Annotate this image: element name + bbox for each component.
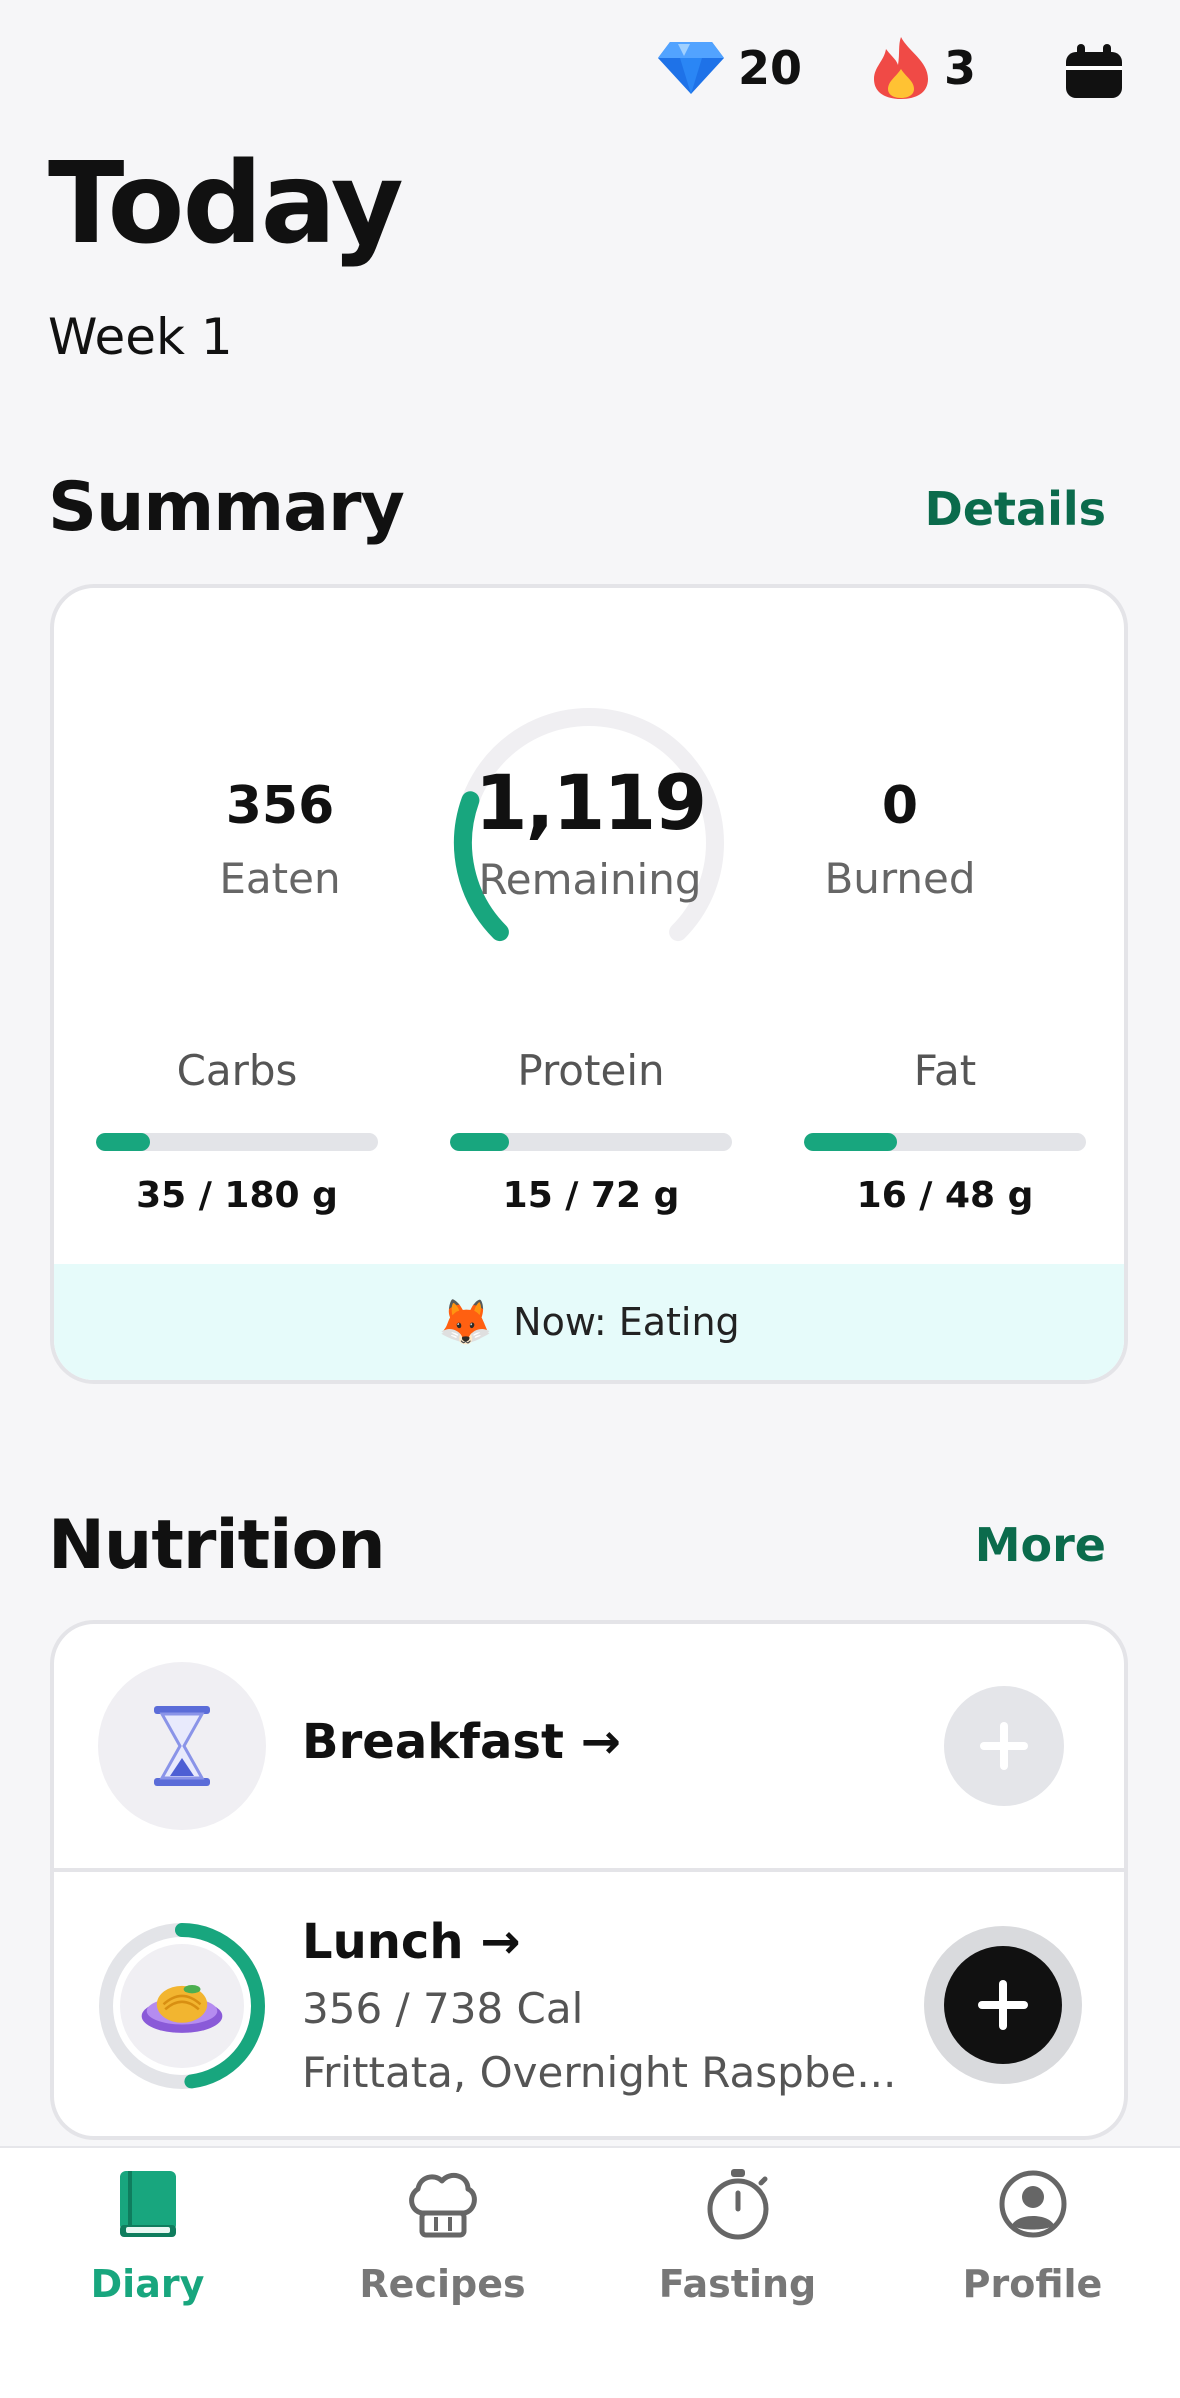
macro-value: 35 / 180 g [136, 1175, 338, 1216]
nav-diary[interactable]: Diary [0, 2148, 295, 2398]
remaining-label: Remaining [478, 855, 702, 904]
bottom-nav: Diary Recipes Fasting Profile [0, 2146, 1180, 2398]
nav-label: Profile [962, 2262, 1103, 2306]
macro-bar-fill [450, 1133, 510, 1151]
meal-name: Breakfast → [302, 1714, 621, 1770]
burned-value: 0 [881, 776, 919, 836]
calendar-button[interactable] [1064, 40, 1124, 104]
meal-calories: 356 / 738 Cal [302, 1984, 584, 2033]
plus-icon [980, 1722, 1028, 1770]
more-link[interactable]: More [975, 1518, 1106, 1572]
remaining-stat: 1,119 Remaining [440, 758, 740, 904]
macro-bar-fill [804, 1133, 898, 1151]
nav-profile[interactable]: Profile [885, 2148, 1180, 2398]
eaten-stat: 356 Eaten [130, 776, 430, 903]
nav-label: Diary [90, 2262, 205, 2306]
gem-icon [658, 42, 724, 94]
week-label: Week 1 [48, 308, 233, 366]
burned-stat: 0 Burned [750, 776, 1050, 903]
flame-icon [874, 37, 928, 99]
status-text: Now: Eating [513, 1300, 740, 1344]
plus-icon [978, 1980, 1028, 2030]
eaten-label: Eaten [219, 854, 341, 903]
remaining-value: 1,119 [474, 758, 707, 847]
pasta-icon [140, 1964, 224, 2048]
macro-bar [96, 1133, 378, 1151]
nav-label: Recipes [359, 2262, 526, 2306]
calendar-icon [1066, 44, 1122, 98]
book-icon [118, 2164, 178, 2244]
nav-fasting[interactable]: Fasting [590, 2148, 885, 2398]
nav-recipes[interactable]: Recipes [295, 2148, 590, 2398]
macro-bar [450, 1133, 732, 1151]
macro-fat: Fat 16 / 48 g [804, 1046, 1086, 1216]
macro-name: Fat [913, 1046, 977, 1095]
macro-name: Protein [517, 1046, 665, 1095]
gems-count: 20 [738, 41, 803, 95]
streak-counter[interactable]: 3 [870, 36, 976, 100]
macro-protein: Protein 15 / 72 g [450, 1046, 732, 1216]
page-title: Today [48, 139, 404, 269]
hourglass-icon [98, 1662, 266, 1830]
streak-count: 3 [944, 41, 977, 95]
meal-items: Frittata, Overnight Raspbe... [302, 2048, 897, 2097]
nav-label: Fasting [658, 2262, 817, 2306]
nutrition-card: Breakfast → Lunch → 356 / 738 Cal Fritta… [50, 1620, 1128, 2140]
eaten-value: 356 [225, 776, 335, 836]
add-breakfast-button[interactable] [944, 1686, 1064, 1806]
meal-row-lunch[interactable]: Lunch → 356 / 738 Cal Frittata, Overnigh… [54, 1872, 1124, 2136]
stopwatch-icon [703, 2164, 773, 2244]
top-bar: 20 3 [0, 36, 1180, 100]
status-banner[interactable]: 🦊 Now: Eating [54, 1264, 1124, 1380]
macro-name: Carbs [176, 1046, 298, 1095]
macro-bar [804, 1133, 1086, 1151]
add-lunch-inner[interactable] [944, 1946, 1062, 2064]
user-icon [998, 2164, 1068, 2244]
fox-icon: 🦊 [438, 1297, 494, 1348]
add-lunch-button[interactable] [924, 1926, 1082, 2084]
meal-name: Lunch → [302, 1914, 521, 1970]
details-link[interactable]: Details [925, 482, 1106, 536]
macro-bar-fill [96, 1133, 150, 1151]
nutrition-title: Nutrition [48, 1506, 386, 1585]
macro-value: 15 / 72 g [502, 1175, 680, 1216]
macro-value: 16 / 48 g [856, 1175, 1034, 1216]
meal-row-breakfast[interactable]: Breakfast → [54, 1624, 1124, 1872]
burned-label: Burned [824, 854, 976, 903]
summary-card[interactable]: 356 Eaten 1,119 Remaining 0 Burned Carbs… [50, 584, 1128, 1384]
summary-title: Summary [48, 468, 405, 547]
gems-counter[interactable]: 20 [656, 36, 802, 100]
chef-hat-icon [406, 2164, 480, 2244]
macro-carbs: Carbs 35 / 180 g [96, 1046, 378, 1216]
